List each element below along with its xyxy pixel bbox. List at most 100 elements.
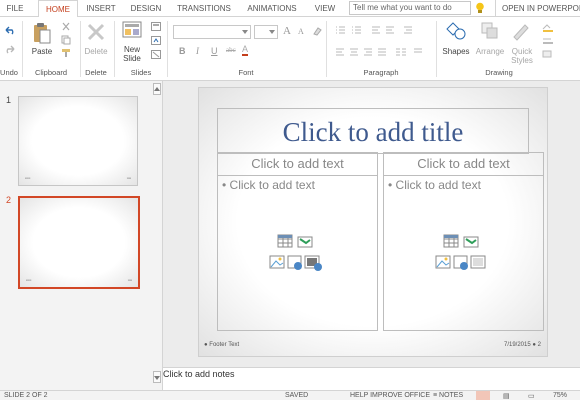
video-icon — [470, 255, 486, 269]
chevron-down-icon — [154, 376, 160, 380]
title-placeholder[interactable]: Click to add title — [217, 108, 529, 154]
chevron-up-icon — [154, 87, 160, 91]
table-icon — [443, 234, 459, 248]
help-improve-office-link[interactable]: HELP IMPROVE OFFICE — [350, 392, 430, 399]
shape-format-icons[interactable] — [541, 23, 555, 59]
thumbnail-scrollbar[interactable] — [152, 81, 162, 390]
paragraph-group-label: Paragraph — [363, 68, 399, 77]
tab-view[interactable]: VIEW — [310, 0, 340, 17]
hide-slide-icon[interactable] — [151, 50, 161, 59]
slide-canvas: Click to add title Click to add text Cli… — [163, 81, 580, 367]
scroll-down-button[interactable] — [153, 371, 161, 383]
zoom-level[interactable]: 75% — [553, 392, 567, 399]
copy-icon[interactable] — [61, 35, 71, 45]
online-picture-icon — [453, 255, 468, 270]
tell-me-input[interactable]: Tell me what you want to do — [349, 1, 471, 15]
italic-button[interactable]: I — [196, 46, 199, 56]
online-picture-icon — [287, 255, 302, 270]
slides-group-label: Slides — [130, 68, 152, 77]
left-content-placeholder[interactable]: • Click to add text — [217, 175, 378, 331]
tab-home[interactable]: HOME — [38, 0, 78, 18]
layout-icon[interactable] — [151, 22, 161, 31]
chart-icon — [297, 236, 313, 248]
slideshow-button[interactable]: ▭ — [528, 392, 535, 400]
picture-icon — [435, 255, 451, 269]
shapes-label[interactable]: Shapes — [440, 47, 472, 56]
ribbon: Undo Paste Clipboard Delete Delete New S… — [0, 17, 580, 81]
arrange-icon[interactable] — [480, 21, 500, 41]
tab-animations[interactable]: ANIMATIONS — [242, 0, 302, 17]
cut-icon[interactable] — [61, 22, 71, 32]
undo-icon[interactable] — [4, 25, 16, 35]
thumbnail-date: ▪▪▪▪ — [126, 176, 131, 180]
slide-thumbnails-pane: 1 ▪▪▪▪▪ ▪▪▪▪ 2 ▪▪▪▪▪ ▪▪▪▪ — [0, 81, 163, 390]
paste-icon[interactable] — [33, 22, 51, 44]
table-icon — [277, 234, 293, 248]
quick-styles-icon[interactable] — [511, 21, 531, 41]
video-icon — [304, 255, 322, 271]
font-group-label: Font — [238, 68, 254, 77]
font-size-select[interactable] — [254, 25, 278, 39]
quick-styles-label-2[interactable]: Styles — [506, 56, 538, 65]
drawing-group-label: Drawing — [485, 68, 513, 77]
slide-footer-text: ● Footer Text — [204, 342, 240, 348]
right-content-placeholder[interactable]: • Click to add text — [383, 175, 544, 331]
reading-view-button[interactable]: ▤ — [503, 392, 510, 400]
lightbulb-icon — [476, 2, 484, 13]
paste-label[interactable]: Paste — [26, 47, 58, 56]
slide-counter: SLIDE 2 OF 2 — [4, 392, 48, 399]
bold-button[interactable]: B — [179, 46, 186, 56]
reset-icon[interactable] — [151, 36, 161, 45]
delete-icon[interactable] — [86, 22, 106, 42]
notes-toggle-label: NOTES — [439, 392, 464, 399]
shapes-icon[interactable] — [445, 21, 467, 41]
tab-file[interactable]: FILE — [0, 0, 30, 17]
font-color-button[interactable]: A — [242, 45, 249, 56]
arrange-label[interactable]: Arrange — [472, 47, 508, 56]
slide-date-page: 7/19/2015 ● 2 — [504, 342, 541, 348]
open-in-powerpoint-button[interactable]: OPEN IN POWERPOINT — [495, 0, 580, 17]
paragraph-tools-icon[interactable] — [334, 25, 434, 61]
thumbnail-footer: ▪▪▪▪▪ — [25, 176, 31, 180]
grow-font-button[interactable]: A — [283, 25, 291, 37]
quick-styles-label-1[interactable]: Quick — [506, 47, 538, 56]
new-slide-label-2[interactable]: Slide — [116, 54, 148, 63]
picture-icon — [269, 255, 285, 269]
tab-insert[interactable]: INSERT — [80, 0, 122, 17]
right-body-text: Click to add text — [395, 178, 481, 192]
tab-transitions[interactable]: TRANSITIONS — [174, 0, 234, 17]
right-bullet-text: • Click to add text — [388, 178, 481, 192]
left-heading-placeholder[interactable]: Click to add text — [217, 152, 378, 176]
save-status: SAVED — [285, 392, 309, 399]
chart-icon — [463, 236, 479, 248]
slide-thumbnail-1[interactable]: ▪▪▪▪▪ ▪▪▪▪ — [18, 96, 138, 186]
right-heading-placeholder[interactable]: Click to add text — [383, 152, 544, 176]
shrink-font-button[interactable]: A — [298, 27, 304, 36]
font-family-select[interactable] — [173, 25, 251, 39]
status-bar: SLIDE 2 OF 2 SAVED HELP IMPROVE OFFICE ≡… — [0, 390, 580, 400]
underline-button[interactable]: U — [211, 46, 218, 56]
notes-pane[interactable]: Click to add notes — [163, 367, 580, 390]
slide-thumbnail-2[interactable]: ▪▪▪▪▪ ▪▪▪▪ — [18, 196, 140, 289]
undo-group-label: Undo — [0, 68, 18, 77]
content-insert-icons[interactable] — [434, 234, 490, 274]
scroll-up-button[interactable] — [153, 83, 161, 95]
thumbnail-date: ▪▪▪▪ — [127, 278, 132, 282]
new-slide-label-1[interactable]: New — [116, 45, 148, 54]
strikethrough-button[interactable]: abc — [226, 46, 236, 54]
redo-icon[interactable] — [4, 44, 16, 54]
ribbon-tab-bar: FILE HOME INSERT DESIGN TRANSITIONS ANIM… — [0, 0, 580, 18]
slide-number-1: 1 — [6, 95, 12, 105]
slide-editor[interactable]: Click to add title Click to add text Cli… — [198, 87, 548, 357]
clipboard-group-label: Clipboard — [34, 68, 68, 77]
format-painter-icon[interactable] — [61, 48, 71, 58]
clear-formatting-icon[interactable] — [312, 26, 322, 36]
tab-design[interactable]: DESIGN — [126, 0, 166, 17]
notes-toggle[interactable]: ≡ NOTES — [433, 392, 463, 399]
normal-view-button[interactable] — [476, 391, 490, 400]
content-insert-icons[interactable] — [268, 234, 324, 274]
delete-button[interactable]: Delete — [80, 47, 112, 56]
new-slide-icon[interactable] — [122, 21, 142, 39]
slide-number-2: 2 — [6, 195, 12, 205]
footer-text: Footer Text — [209, 342, 240, 348]
